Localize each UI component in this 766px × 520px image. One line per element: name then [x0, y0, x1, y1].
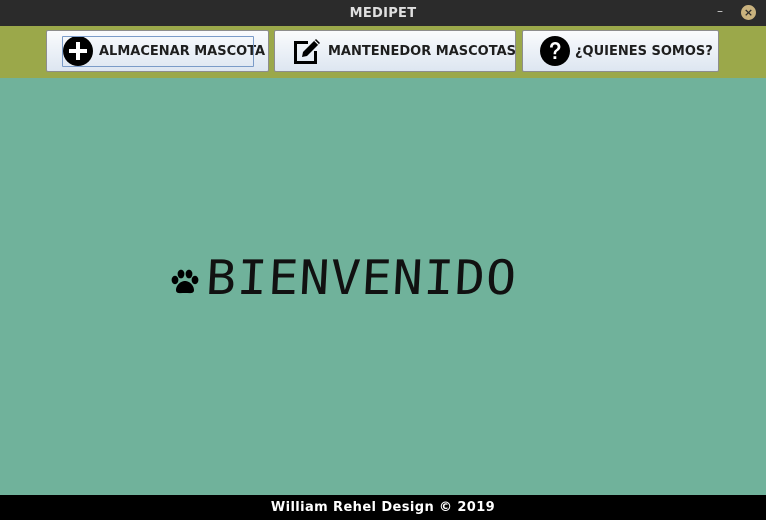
- edit-icon: [291, 35, 323, 67]
- mantenedor-mascotas-button[interactable]: MANTENEDOR MASCOTAS: [274, 30, 516, 72]
- toolbar: ALMACENAR MASCOTA MANTENEDOR MASCOTAS ¿Q…: [0, 26, 766, 78]
- footer-bar: William Rehel Design © 2019: [0, 495, 766, 520]
- footer-text: William Rehel Design © 2019: [270, 500, 496, 515]
- quienes-somos-label: ¿QUIENES SOMOS?: [575, 43, 713, 59]
- minimize-button[interactable]: –: [712, 2, 728, 22]
- main-panel: BIENVENIDO: [0, 78, 766, 495]
- welcome-text: BIENVENIDO: [204, 250, 519, 306]
- close-button[interactable]: ×: [741, 5, 756, 20]
- quienes-somos-button[interactable]: ¿QUIENES SOMOS?: [522, 30, 719, 72]
- question-circle-icon: [539, 35, 571, 67]
- window-titlebar: MEDIPET – ×: [0, 0, 766, 26]
- mantenedor-mascotas-label: MANTENEDOR MASCOTAS: [328, 43, 516, 59]
- welcome-banner: BIENVENIDO: [168, 248, 519, 308]
- focus-ring: [62, 36, 254, 67]
- paw-icon: [168, 266, 202, 300]
- window-title: MEDIPET: [349, 5, 417, 21]
- almacenar-mascota-button[interactable]: ALMACENAR MASCOTA: [46, 30, 269, 72]
